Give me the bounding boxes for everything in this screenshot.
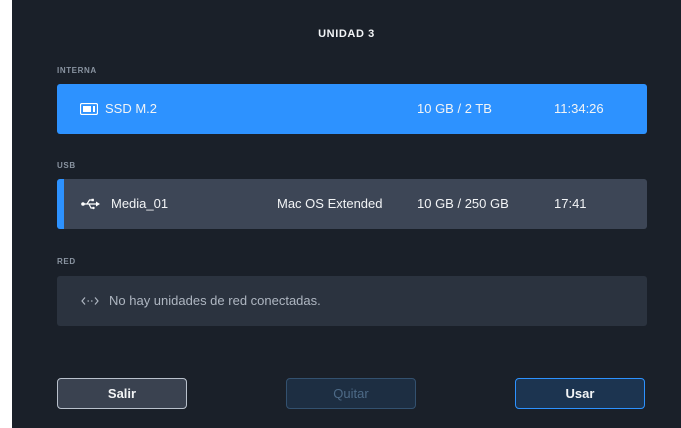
network-empty-row: No hay unidades de red conectadas. xyxy=(57,276,647,326)
remove-button[interactable]: Quitar xyxy=(286,378,416,409)
network-message: No hay unidades de red conectadas. xyxy=(109,293,321,308)
use-button[interactable]: Usar xyxy=(515,378,645,409)
drive-time: 17:41 xyxy=(554,196,587,211)
section-label-usb: USB xyxy=(57,161,76,170)
drive-name: Media_01 xyxy=(111,196,169,211)
drive-format: Mac OS Extended xyxy=(277,196,383,211)
selection-indicator xyxy=(57,179,64,229)
network-arrows-icon xyxy=(81,276,99,326)
drive-usage: 10 GB / 250 GB xyxy=(417,196,509,211)
section-label-network: RED xyxy=(57,257,76,266)
ssd-drive-icon xyxy=(80,84,98,134)
exit-button[interactable]: Salir xyxy=(57,378,187,409)
drive-usage: 10 GB / 2 TB xyxy=(417,101,492,116)
drive-name: SSD M.2 xyxy=(105,101,158,116)
usb-icon xyxy=(81,179,101,229)
drive-row-usb[interactable]: Media_01 Mac OS Extended 10 GB / 250 GB … xyxy=(57,179,647,229)
page-title: UNIDAD 3 xyxy=(318,28,375,40)
drive-row-ssd[interactable]: SSD M.2 10 GB / 2 TB 11:34:26 xyxy=(57,84,647,134)
section-label-internal: INTERNA xyxy=(57,66,97,75)
drive-time: 11:34:26 xyxy=(554,101,604,116)
storage-screen: UNIDAD 3 INTERNA SSD M.2 10 GB / 2 TB 11… xyxy=(12,0,681,428)
